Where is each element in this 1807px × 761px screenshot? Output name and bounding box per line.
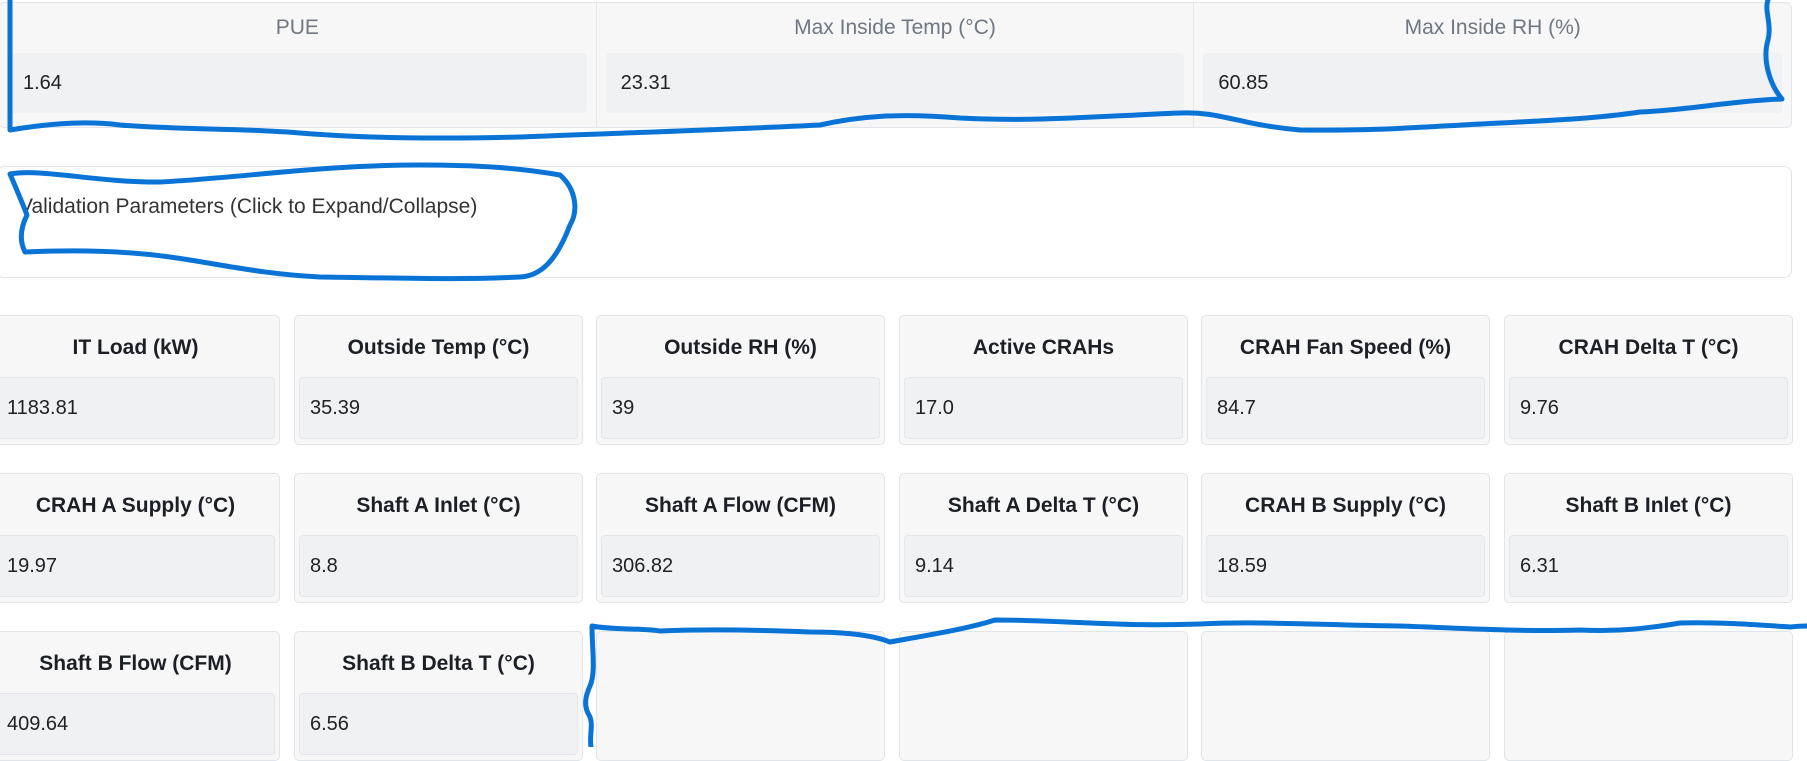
param-card-shaft-a-delta-t: Shaft A Delta T (°C) 9.14	[899, 473, 1188, 603]
param-value: 9.14	[904, 535, 1183, 597]
param-card-shaft-b-delta-t: Shaft B Delta T (°C) 6.56	[294, 631, 583, 761]
pue-value: 1.64	[8, 53, 587, 113]
param-card-crah-delta-t: CRAH Delta T (°C) 9.76	[1504, 315, 1793, 445]
param-value: 9.76	[1509, 377, 1788, 439]
max-inside-rh-card: Max Inside RH (%) 60.85	[1194, 3, 1791, 127]
empty-grid-card	[596, 631, 885, 761]
param-card-shaft-b-inlet: Shaft B Inlet (°C) 6.31	[1504, 473, 1793, 603]
param-value: 6.31	[1509, 535, 1788, 597]
param-label: Shaft B Delta T (°C)	[342, 652, 535, 675]
empty-grid-card	[899, 631, 1188, 761]
validation-parameters-accordion[interactable]: Validation Parameters (Click to Expand/C…	[0, 166, 1792, 278]
param-label: Shaft A Flow (CFM)	[645, 494, 836, 517]
param-label: CRAH B Supply (°C)	[1245, 494, 1446, 517]
param-card-outside-rh: Outside RH (%) 39	[596, 315, 885, 445]
param-label: Outside RH (%)	[664, 336, 817, 359]
param-card-crah-fan-speed: CRAH Fan Speed (%) 84.7	[1201, 315, 1490, 445]
param-label: Active CRAHs	[972, 336, 1115, 359]
param-value: 17.0	[904, 377, 1183, 439]
param-value: 306.82	[601, 535, 880, 597]
param-label: Shaft A Delta T (°C)	[947, 494, 1140, 517]
param-label: Shaft A Inlet (°C)	[356, 494, 521, 517]
param-value: 409.64	[0, 693, 275, 755]
max-inside-temp-card: Max Inside Temp (°C) 23.31	[597, 3, 1195, 127]
param-card-crah-b-supply: CRAH B Supply (°C) 18.59	[1201, 473, 1490, 603]
param-card-active-crahs: Active CRAHs 17.0	[899, 315, 1188, 445]
param-value: 8.8	[299, 535, 578, 597]
empty-grid-card	[1201, 631, 1490, 761]
param-value: 19.97	[0, 535, 275, 597]
max-inside-temp-value: 23.31	[605, 53, 1185, 113]
empty-grid-card	[1504, 631, 1793, 761]
param-label: IT Load (kW)	[72, 336, 199, 359]
param-value: 18.59	[1206, 535, 1485, 597]
summary-metrics-panel: PUE 1.64 Max Inside Temp (°C) 23.31 Max …	[0, 2, 1792, 128]
param-value: 35.39	[299, 377, 578, 439]
param-value: 1183.81	[0, 377, 275, 439]
param-card-shaft-b-flow: Shaft B Flow (CFM) 409.64	[0, 631, 280, 761]
pue-label: PUE	[275, 16, 319, 39]
param-value: 39	[601, 377, 880, 439]
param-label: CRAH Fan Speed (%)	[1239, 336, 1452, 359]
max-inside-temp-label: Max Inside Temp (°C)	[794, 16, 996, 39]
param-label: Outside Temp (°C)	[347, 336, 530, 359]
param-label: CRAH A Supply (°C)	[35, 494, 236, 517]
param-label: Shaft B Inlet (°C)	[1565, 494, 1732, 517]
max-inside-rh-label: Max Inside RH (%)	[1404, 16, 1581, 39]
param-card-outside-temp: Outside Temp (°C) 35.39	[294, 315, 583, 445]
max-inside-rh-value: 60.85	[1203, 53, 1783, 113]
param-value: 84.7	[1206, 377, 1485, 439]
param-value: 6.56	[299, 693, 578, 755]
param-card-shaft-a-inlet: Shaft A Inlet (°C) 8.8	[294, 473, 583, 603]
param-label: Shaft B Flow (CFM)	[39, 652, 232, 675]
param-label: CRAH Delta T (°C)	[1558, 336, 1739, 359]
param-card-shaft-a-flow: Shaft A Flow (CFM) 306.82	[596, 473, 885, 603]
validation-parameters-toggle[interactable]: Validation Parameters (Click to Expand/C…	[19, 195, 477, 219]
pue-metric-card: PUE 1.64	[0, 3, 597, 127]
param-card-it-load: IT Load (kW) 1183.81	[0, 315, 280, 445]
param-card-crah-a-supply: CRAH A Supply (°C) 19.97	[0, 473, 280, 603]
